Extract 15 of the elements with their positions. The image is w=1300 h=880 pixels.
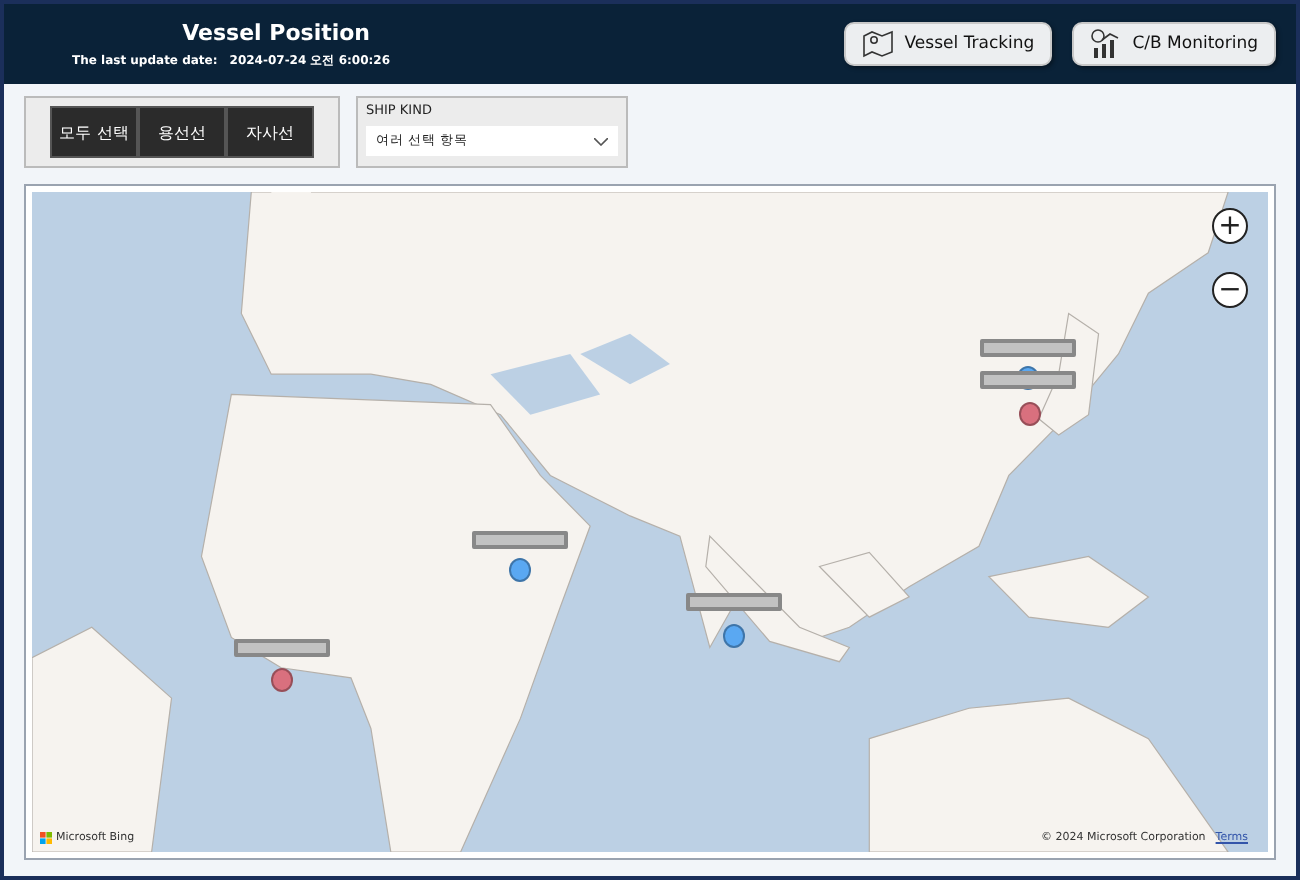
map-pin-icon bbox=[862, 30, 895, 58]
nav-button[interactable]: C/B Monitoring bbox=[1072, 22, 1276, 66]
page-title: Vessel Position bbox=[182, 19, 371, 45]
filter-button[interactable]: 용선선 bbox=[138, 106, 226, 158]
logo-icon bbox=[40, 832, 52, 844]
vessel-tooltip bbox=[234, 639, 330, 657]
chevron-icon bbox=[594, 137, 608, 145]
nav-button[interactable]: Vessel Tracking bbox=[844, 22, 1053, 66]
bar-chart-icon bbox=[1090, 28, 1123, 60]
vessel-tooltip bbox=[980, 371, 1076, 389]
vessel-tooltip bbox=[472, 531, 568, 549]
filter-button[interactable]: 모두 선택 bbox=[50, 106, 138, 158]
vessel-tooltip bbox=[980, 339, 1076, 357]
filter-button[interactable]: 자사선 bbox=[226, 106, 314, 158]
vessel-tooltip bbox=[686, 593, 782, 611]
